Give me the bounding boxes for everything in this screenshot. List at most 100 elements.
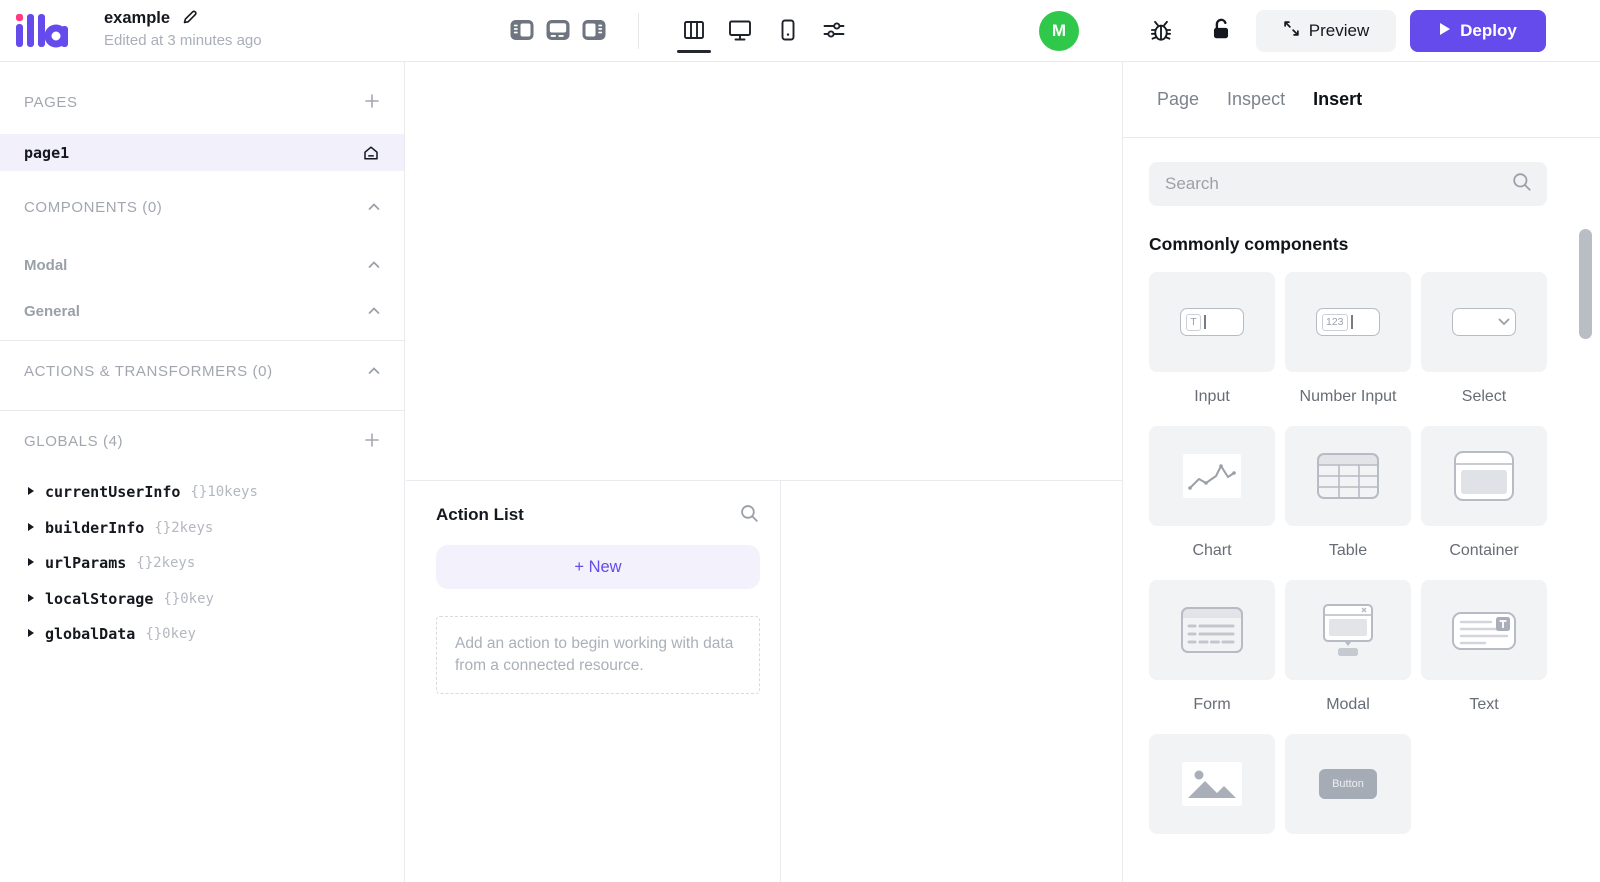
tab-inspect[interactable]: Inspect	[1227, 89, 1285, 110]
canvas[interactable]	[406, 62, 1122, 480]
component-card-label: Number Input	[1299, 388, 1397, 405]
action-search-button[interactable]	[739, 503, 760, 527]
component-card-select[interactable]: Select	[1421, 272, 1547, 407]
component-card-label: Chart	[1192, 542, 1232, 559]
container-icon	[1421, 426, 1547, 526]
preview-button[interactable]: Preview	[1256, 10, 1396, 52]
left-sidebar: PAGES page1 COMPONENTS (0) Modal General	[0, 62, 405, 882]
global-item-name: builderInfo	[45, 519, 145, 537]
caret-right-icon[interactable]	[27, 483, 35, 501]
number-glyph-text: 123	[1322, 313, 1348, 331]
component-card-image[interactable]	[1149, 734, 1275, 850]
global-item-name: localStorage	[45, 590, 154, 608]
component-card-number-input[interactable]: 123 Number Input	[1285, 272, 1411, 407]
select-icon	[1421, 272, 1547, 372]
input-glyph-text: T	[1186, 313, 1201, 331]
unlock-icon	[1208, 16, 1234, 45]
input-icon: T	[1149, 272, 1275, 372]
add-global-button[interactable]	[364, 432, 380, 451]
columns-layout-icon	[680, 16, 708, 47]
panel-bottom-icon	[545, 17, 571, 46]
toggle-right-panel-button[interactable]	[580, 17, 608, 45]
image-icon	[1149, 734, 1275, 834]
fit-width-mode-button[interactable]	[680, 17, 708, 45]
sliders-icon	[820, 16, 848, 47]
expand-icon	[1283, 20, 1300, 42]
avatar[interactable]: M	[1039, 11, 1079, 51]
component-card-button[interactable]: Button	[1285, 734, 1411, 850]
desktop-mode-button[interactable]	[726, 17, 754, 45]
button-icon: Button	[1285, 734, 1411, 834]
component-card-label: Form	[1193, 696, 1231, 713]
component-search-input[interactable]	[1165, 174, 1511, 194]
new-action-button[interactable]: + New	[436, 545, 760, 589]
search-icon	[1511, 171, 1533, 198]
actions-section-header[interactable]: ACTIONS & TRANSFORMERS (0)	[0, 354, 404, 388]
canvas-settings-button[interactable]	[820, 17, 848, 45]
action-list-section: Action List + New Add an action to begin…	[406, 481, 781, 882]
caret-right-icon[interactable]	[27, 519, 35, 537]
global-item-meta: {}10keys	[190, 484, 258, 500]
page-item-page1[interactable]: page1	[0, 134, 404, 171]
global-item-meta: {}0key	[163, 591, 214, 607]
sidebar-divider	[0, 410, 404, 411]
debug-button[interactable]	[1146, 16, 1176, 46]
app-title: example	[104, 9, 171, 27]
component-card-form[interactable]: Form	[1149, 580, 1275, 715]
app-title-block: example Edited at 3 minutes ago	[104, 8, 262, 49]
preview-button-label: Preview	[1308, 21, 1370, 40]
component-group-general[interactable]: General	[0, 294, 404, 328]
component-group-label: General	[24, 302, 80, 320]
component-card-chart[interactable]: Chart	[1149, 426, 1275, 561]
global-item-name: globalData	[45, 625, 136, 643]
global-item-name: urlParams	[45, 554, 127, 572]
caret-right-icon[interactable]	[27, 625, 35, 643]
deploy-button-label: Deploy	[1460, 21, 1517, 40]
component-search-box	[1149, 162, 1547, 206]
toggle-bottom-panel-button[interactable]	[544, 17, 572, 45]
globals-header-label: GLOBALS (4)	[24, 432, 124, 450]
lock-toggle-button[interactable]	[1206, 15, 1236, 45]
global-item-currentUserInfo[interactable]: currentUserInfo {}10keys	[0, 475, 404, 509]
right-panel-scrollbar[interactable]	[1579, 229, 1592, 339]
global-item-globalData[interactable]: globalData {}0key	[0, 617, 404, 651]
component-card-label: Modal	[1326, 696, 1370, 713]
action-list-title: Action List	[436, 505, 524, 524]
component-group-modal[interactable]: Modal	[0, 248, 404, 282]
component-card-label: Text	[1469, 696, 1499, 713]
deploy-button[interactable]: Deploy	[1410, 10, 1546, 52]
tab-page[interactable]: Page	[1157, 89, 1199, 110]
tab-insert[interactable]: Insert	[1313, 89, 1362, 110]
add-page-button[interactable]	[364, 93, 380, 112]
component-card-table[interactable]: Table	[1285, 426, 1411, 561]
global-item-meta: {}2keys	[136, 555, 196, 571]
globals-section-header: GLOBALS (4)	[0, 424, 404, 458]
panel-right-icon	[581, 17, 607, 46]
mobile-mode-button[interactable]	[774, 17, 802, 45]
button-glyph-text: Button	[1319, 769, 1377, 799]
component-card-text[interactable]: Text	[1421, 580, 1547, 715]
action-empty-hint: Add an action to begin working with data…	[436, 616, 760, 694]
component-card-label: Container	[1449, 542, 1519, 559]
caret-right-icon[interactable]	[27, 590, 35, 608]
right-panel: Page Inspect Insert Commonly components …	[1122, 62, 1600, 882]
plus-icon	[364, 432, 380, 451]
rename-button[interactable]	[181, 8, 199, 29]
global-item-localStorage[interactable]: localStorage {}0key	[0, 582, 404, 616]
component-card-container[interactable]: Container	[1421, 426, 1547, 561]
component-card-label: Input	[1194, 388, 1230, 405]
component-card-modal[interactable]: Modal	[1285, 580, 1411, 715]
chevron-up-icon	[368, 362, 380, 380]
caret-right-icon[interactable]	[27, 554, 35, 572]
search-icon	[739, 503, 760, 527]
global-item-urlParams[interactable]: urlParams {}2keys	[0, 546, 404, 580]
right-panel-tabs: Page Inspect Insert	[1123, 62, 1600, 138]
illa-logo[interactable]	[14, 13, 68, 52]
action-editor-panel: Action List + New Add an action to begin…	[406, 480, 1122, 882]
global-item-builderInfo[interactable]: builderInfo {}2keys	[0, 511, 404, 545]
global-item-meta: {}2keys	[154, 520, 214, 536]
components-section-header[interactable]: COMPONENTS (0)	[0, 190, 404, 224]
chevron-up-icon	[368, 256, 380, 274]
toggle-left-panel-button[interactable]	[508, 17, 536, 45]
component-card-input[interactable]: T Input	[1149, 272, 1275, 407]
